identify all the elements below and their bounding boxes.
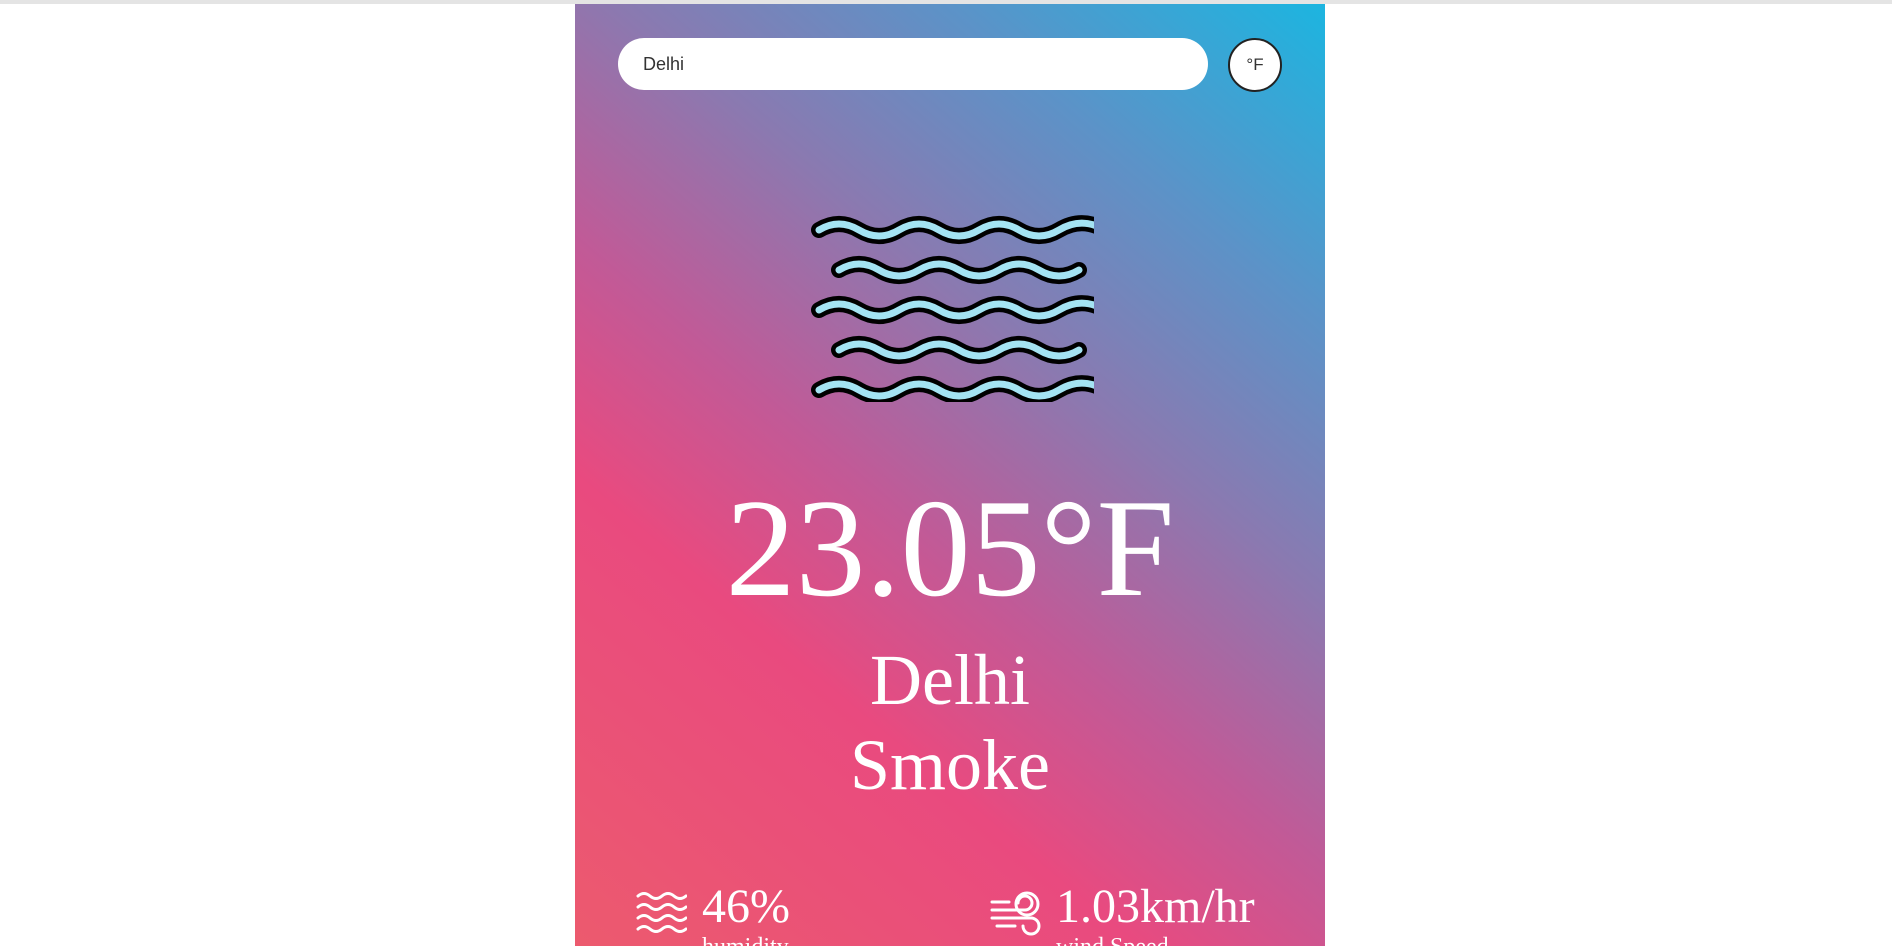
humidity-label: humidity <box>702 934 789 946</box>
wind-speed-label: wind Speed <box>1056 934 1169 946</box>
wind-speed-value: 1.03km/hr <box>1056 880 1255 933</box>
humidity-value: 46% <box>702 880 790 933</box>
temperature-value: 23.05°F <box>725 471 1175 626</box>
weather-card: °F 23.05°F Delhi Smoke <box>575 4 1325 946</box>
search-row: °F <box>618 38 1283 94</box>
weather-condition: Smoke <box>849 725 1050 805</box>
wind-icon <box>990 891 1041 936</box>
mist-icon <box>811 215 1094 402</box>
city-name: Delhi <box>870 640 1030 720</box>
unit-toggle-button[interactable]: °F <box>1228 38 1282 92</box>
humidity-waves-icon <box>636 892 687 933</box>
city-search-input[interactable] <box>618 38 1208 90</box>
